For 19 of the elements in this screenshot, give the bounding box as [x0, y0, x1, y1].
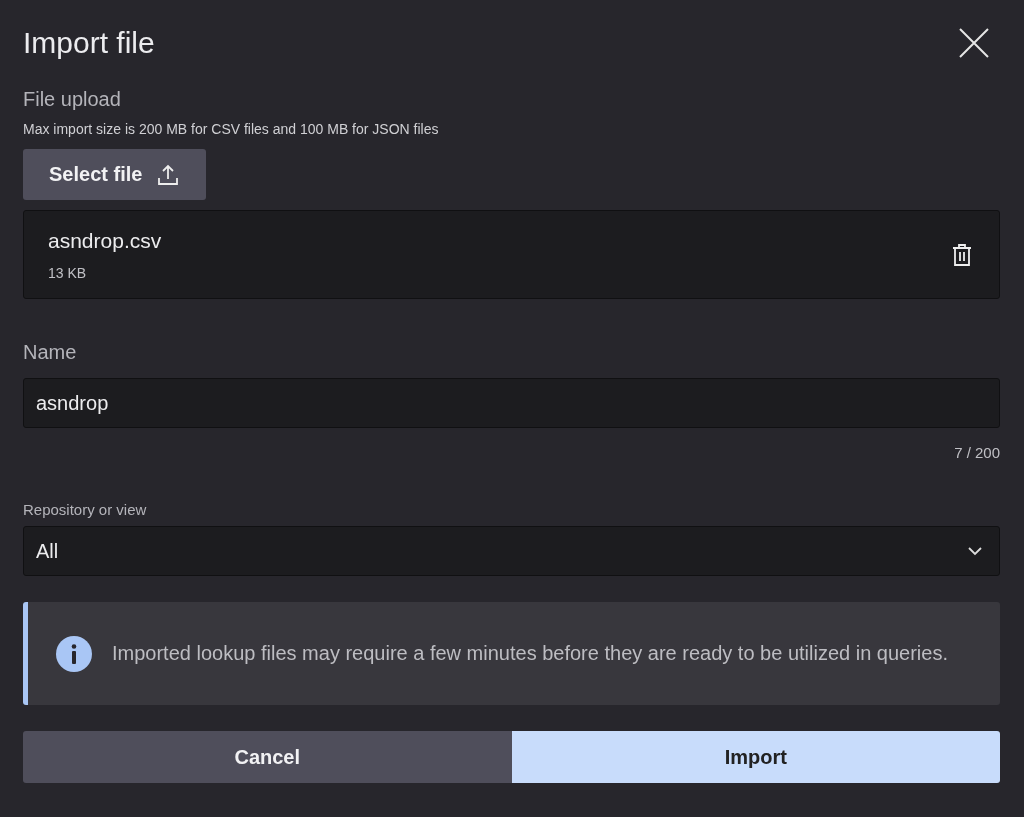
close-icon[interactable] — [958, 27, 990, 59]
dialog-title: Import file — [23, 26, 155, 60]
name-input-field[interactable]: asndrop — [23, 378, 1000, 428]
file-size: 13 KB — [48, 264, 88, 281]
hint-text: Max import size is 200 MB for CSV files and 100 MB for JSON files — [23, 121, 439, 137]
import-button[interactable]: Import — [511, 731, 1000, 783]
character-counter: 7 / 200 — [954, 444, 1000, 461]
info-message: Imported lookup files may require a few minutes before they are ready to be utilized in queries. — [112, 641, 948, 666]
file-name: asndrop.csv — [48, 228, 162, 253]
chevron-down-icon — [967, 546, 983, 556]
section-label: File upload — [23, 88, 121, 111]
info-icon — [56, 635, 92, 672]
cancel-button[interactable]: Cancel — [23, 731, 512, 783]
delete-icon[interactable] — [952, 243, 972, 266]
field-label: Name — [23, 341, 77, 364]
field-label: Repository or view — [23, 501, 147, 518]
repository-dropdown[interactable]: All — [23, 526, 1000, 576]
upload-icon — [156, 162, 181, 187]
select-file-button[interactable]: Select file — [23, 149, 207, 200]
